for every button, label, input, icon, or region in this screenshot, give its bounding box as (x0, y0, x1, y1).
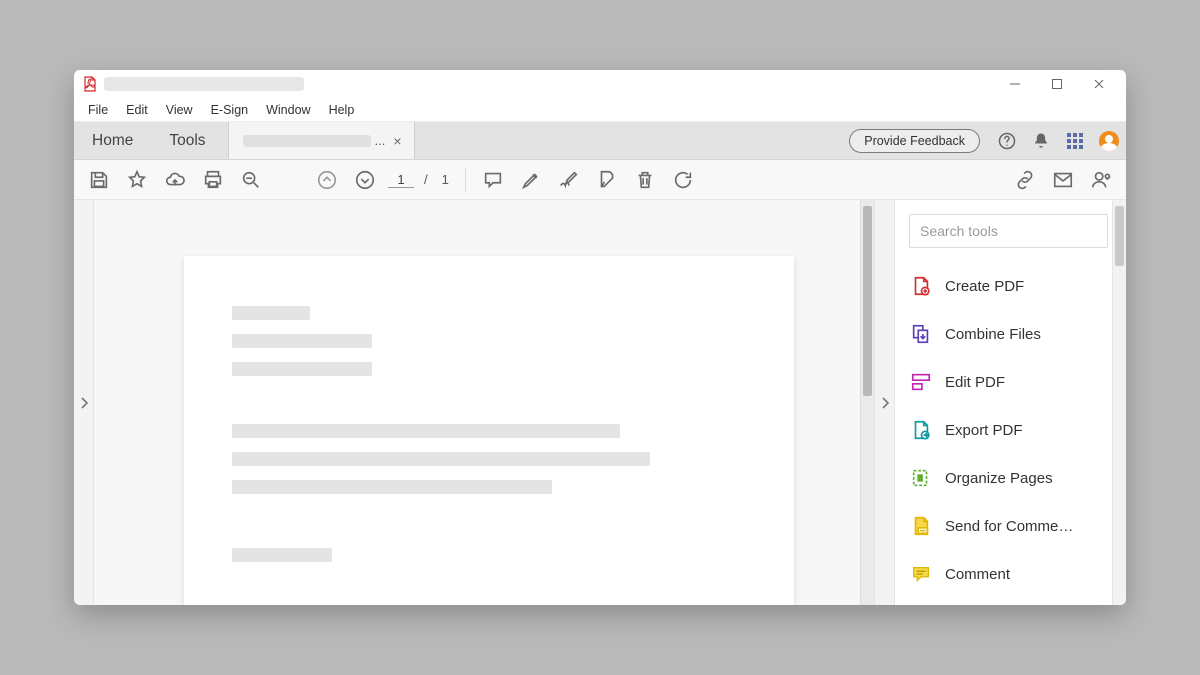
document-viewport[interactable] (94, 200, 874, 605)
tool-export-pdf[interactable]: Export PDF (903, 406, 1122, 454)
tool-comment[interactable]: Comment (903, 550, 1122, 598)
tools-list: Create PDF Combine Files Edit PDF (895, 258, 1126, 598)
document-page (184, 256, 794, 605)
menu-edit[interactable]: Edit (118, 101, 156, 119)
page-down-icon[interactable] (350, 165, 380, 195)
help-icon[interactable] (990, 122, 1024, 159)
search-tools-input[interactable] (909, 214, 1108, 248)
menu-window[interactable]: Window (258, 101, 318, 119)
left-panel-toggle[interactable] (74, 200, 94, 605)
email-icon[interactable] (1048, 165, 1078, 195)
document-tab-ellipsis: ... (375, 133, 386, 148)
right-panel-toggle[interactable] (874, 200, 894, 605)
menu-file[interactable]: File (80, 101, 116, 119)
provide-feedback-button[interactable]: Provide Feedback (849, 129, 980, 153)
page-separator: / (422, 172, 430, 187)
create-pdf-icon (909, 274, 933, 298)
avatar-icon (1099, 131, 1119, 151)
highlight-icon[interactable] (516, 165, 546, 195)
send-for-comments-icon (909, 514, 933, 538)
rotate-icon[interactable] (668, 165, 698, 195)
link-share-icon[interactable] (1010, 165, 1040, 195)
app-window: File Edit View E-Sign Window Help Home T… (74, 70, 1126, 605)
combine-files-icon (909, 322, 933, 346)
scrollbar-thumb[interactable] (1115, 206, 1124, 266)
page-number-input[interactable] (388, 172, 414, 188)
titlebar (74, 70, 1126, 98)
document-tab-title-placeholder (243, 135, 371, 147)
menu-esign[interactable]: E-Sign (203, 101, 257, 119)
nav-home[interactable]: Home (74, 122, 151, 159)
menu-help[interactable]: Help (321, 101, 363, 119)
document-tab[interactable]: ... × (228, 122, 415, 159)
account-avatar[interactable] (1092, 122, 1126, 159)
window-maximize-button[interactable] (1036, 70, 1078, 98)
delete-icon[interactable] (630, 165, 660, 195)
tool-label: Send for Comme… (945, 518, 1073, 535)
tool-combine-files[interactable]: Combine Files (903, 310, 1122, 358)
tool-edit-pdf[interactable]: Edit PDF (903, 358, 1122, 406)
organize-pages-icon (909, 466, 933, 490)
app-icon (82, 76, 98, 92)
tool-label: Edit PDF (945, 374, 1005, 391)
tool-organize-pages[interactable]: Organize Pages (903, 454, 1122, 502)
tool-create-pdf[interactable]: Create PDF (903, 262, 1122, 310)
share-people-icon[interactable] (1086, 165, 1116, 195)
sign-icon[interactable] (554, 165, 584, 195)
tool-label: Organize Pages (945, 470, 1053, 487)
toolbar: / 1 (74, 160, 1126, 200)
tools-pane: Create PDF Combine Files Edit PDF (894, 200, 1126, 605)
zoom-out-icon[interactable] (236, 165, 266, 195)
scrollbar-thumb[interactable] (863, 206, 872, 396)
stamp-icon[interactable] (592, 165, 622, 195)
menu-bar: File Edit View E-Sign Window Help (74, 98, 1126, 122)
tool-label: Create PDF (945, 278, 1024, 295)
tool-label: Comment (945, 566, 1010, 583)
document-tab-close-button[interactable]: × (393, 133, 401, 149)
window-close-button[interactable] (1078, 70, 1120, 98)
viewport-scrollbar[interactable] (860, 200, 874, 605)
apps-grid-icon[interactable] (1058, 122, 1092, 159)
nav-row: Home Tools ... × Provide Feedback (74, 122, 1126, 160)
cloud-upload-icon[interactable] (160, 165, 190, 195)
window-title-placeholder (104, 77, 304, 91)
print-icon[interactable] (198, 165, 228, 195)
save-icon[interactable] (84, 165, 114, 195)
comment-tool-icon (909, 562, 933, 586)
tool-label: Combine Files (945, 326, 1041, 343)
notifications-icon[interactable] (1024, 122, 1058, 159)
window-minimize-button[interactable] (994, 70, 1036, 98)
tools-scrollbar[interactable] (1112, 200, 1126, 605)
tool-label: Export PDF (945, 422, 1023, 439)
content-area: Create PDF Combine Files Edit PDF (74, 200, 1126, 605)
tool-send-for-comments[interactable]: Send for Comme… (903, 502, 1122, 550)
page-up-icon[interactable] (312, 165, 342, 195)
export-pdf-icon (909, 418, 933, 442)
page-total: 1 (438, 172, 453, 187)
edit-pdf-icon (909, 370, 933, 394)
menu-view[interactable]: View (158, 101, 201, 119)
star-icon[interactable] (122, 165, 152, 195)
nav-tools[interactable]: Tools (151, 122, 223, 159)
comment-icon[interactable] (478, 165, 508, 195)
